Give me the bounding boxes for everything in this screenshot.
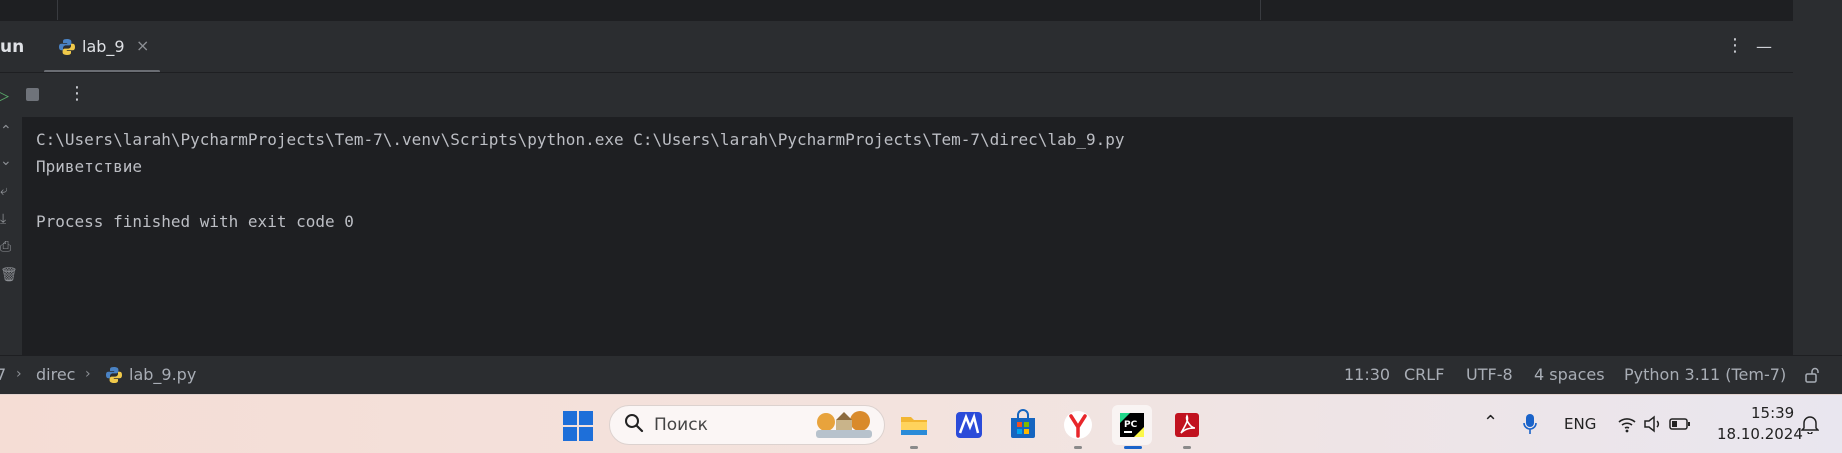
editor-divider: [1260, 0, 1261, 20]
stop-icon[interactable]: [26, 88, 39, 101]
soft-wrap-icon[interactable]: ⤶: [0, 183, 8, 199]
microsoft-store-icon[interactable]: [1003, 405, 1043, 445]
run-toolbar: ▷ ⋮: [0, 72, 1793, 118]
yandex-browser-icon[interactable]: [1058, 405, 1098, 449]
status-bar: 7 › direc › lab_9.py 11:30 CRLF UTF-8 4 …: [0, 355, 1842, 395]
chevron-right-icon: ›: [85, 366, 91, 382]
windows-taskbar: Поиск PC ⌃ ENG 15:39 18.10.2024: [0, 394, 1842, 453]
pycharm-icon[interactable]: PC: [1112, 405, 1152, 449]
scroll-up-icon[interactable]: ⌃: [0, 123, 12, 139]
python-icon: [106, 367, 122, 383]
active-app-indicator: [1124, 446, 1142, 449]
run-tab-lab9[interactable]: lab_9 ×: [44, 21, 160, 73]
breadcrumb-folder[interactable]: direc: [36, 365, 75, 384]
run-tab-label: lab_9: [82, 37, 125, 56]
pdf-reader-icon[interactable]: [1167, 405, 1207, 449]
scroll-to-end-icon[interactable]: ⤓: [0, 211, 6, 227]
running-indicator: [1183, 446, 1191, 449]
editor-divider: [57, 0, 58, 20]
file-encoding[interactable]: UTF-8: [1466, 365, 1513, 384]
rerun-icon[interactable]: ▷: [0, 86, 9, 106]
taskbar-search[interactable]: Поиск: [609, 405, 885, 445]
right-tool-rail: [1792, 0, 1842, 394]
chevron-right-icon: ›: [16, 366, 22, 382]
breadcrumb-root[interactable]: 7: [0, 365, 6, 384]
wifi-icon[interactable]: [1617, 415, 1637, 433]
running-indicator: [910, 446, 918, 449]
close-icon[interactable]: ×: [136, 36, 149, 55]
caret-position[interactable]: 11:30: [1344, 365, 1390, 384]
microphone-icon[interactable]: [1523, 413, 1537, 435]
python-interpreter[interactable]: Python 3.11 (Tem-7): [1624, 365, 1786, 384]
search-highlight-image: [816, 411, 872, 438]
notification-bell-icon[interactable]: [1801, 414, 1819, 434]
search-icon: [625, 414, 644, 433]
minimize-icon[interactable]: —: [1756, 37, 1772, 56]
lock-icon[interactable]: [1804, 367, 1820, 384]
meta-app-icon[interactable]: [949, 405, 989, 445]
svg-text:PC: PC: [1124, 420, 1138, 430]
chevron-up-icon[interactable]: ⌃: [1483, 412, 1498, 433]
toolbar-more-icon[interactable]: ⋮: [68, 83, 86, 104]
volume-icon[interactable]: [1643, 415, 1663, 433]
clock-time[interactable]: 15:39: [1751, 404, 1794, 422]
input-language[interactable]: ENG: [1564, 415, 1596, 433]
line-separator[interactable]: CRLF: [1404, 365, 1444, 384]
search-placeholder: Поиск: [654, 415, 708, 435]
indent-setting[interactable]: 4 spaces: [1534, 365, 1605, 384]
print-icon[interactable]: ⎙: [0, 239, 11, 255]
clock-date[interactable]: 18.10.2024: [1717, 425, 1803, 443]
console-output[interactable]: C:\Users\larah\PycharmProjects\Tem-7\.ve…: [23, 117, 1793, 355]
run-tool-header: un lab_9 × ⋮ —: [0, 20, 1793, 73]
python-icon: [59, 39, 75, 55]
windows-start-icon[interactable]: [563, 411, 593, 441]
battery-icon[interactable]: [1669, 416, 1691, 432]
running-indicator: [1074, 446, 1082, 449]
console-line-exit: Process finished with exit code 0: [36, 212, 354, 231]
trash-icon[interactable]: 🗑: [0, 267, 18, 283]
editor-area: [0, 0, 1793, 20]
file-explorer-icon[interactable]: [894, 405, 934, 449]
breadcrumb-file[interactable]: lab_9.py: [129, 365, 196, 384]
console-line-output: Приветствие: [36, 157, 142, 176]
scroll-down-icon[interactable]: ⌄: [0, 153, 12, 169]
console-side-toolbar: ⌃ ⌄ ⤶ ⤓ ⎙ 🗑: [0, 117, 23, 355]
tool-window-title: un: [0, 37, 25, 57]
more-options-icon[interactable]: ⋮: [1726, 35, 1744, 56]
console-line-command: C:\Users\larah\PycharmProjects\Tem-7\.ve…: [36, 130, 1125, 149]
